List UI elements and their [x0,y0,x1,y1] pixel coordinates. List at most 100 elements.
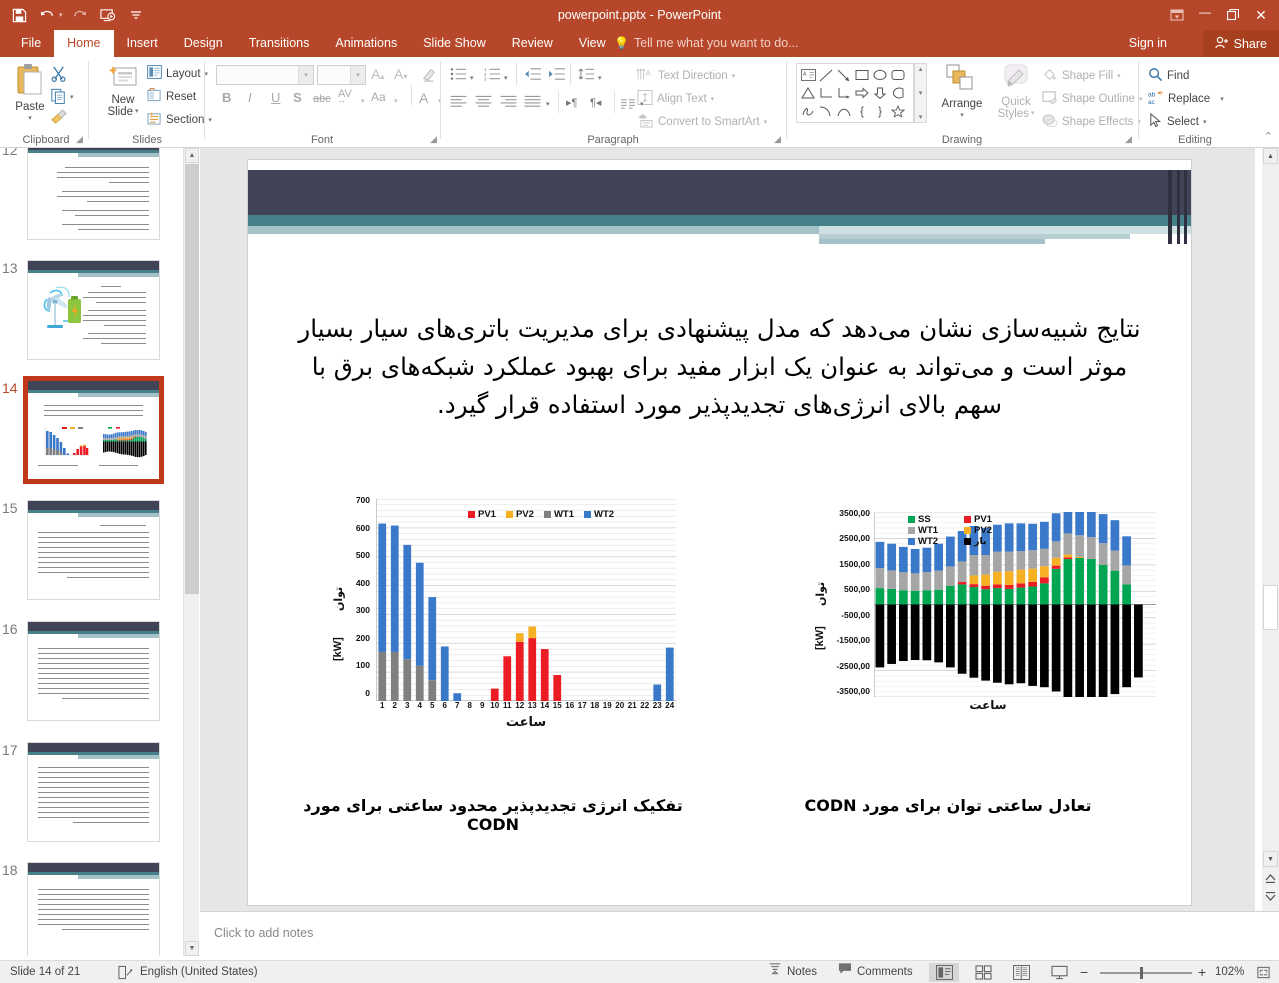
pie-shape-icon[interactable] [889,84,907,102]
zoom-in-button[interactable]: + [1198,961,1206,983]
oval-shape-icon[interactable] [871,66,889,84]
replace-button[interactable]: ab ac Replace ▾ [1148,90,1224,108]
arc-shape-icon[interactable] [835,102,853,120]
cut-button[interactable] [50,65,67,87]
convert-to-smartart-button[interactable]: Convert to SmartArt ▾ [637,113,767,131]
collapse-ribbon-icon[interactable]: ⌃ [1264,130,1273,143]
align-text-button[interactable]: Align Text ▾ [637,90,714,108]
elbow-connector-icon[interactable] [817,84,835,102]
thumbnail-slide-13[interactable] [27,260,160,360]
font-name-dropdown-icon[interactable]: ▾ [298,66,313,84]
drawing-dialog-launcher[interactable]: ◢ [1125,134,1132,145]
right-brace-shape-icon[interactable]: } [871,102,889,120]
align-right-button[interactable] [500,95,517,113]
tell-me-box[interactable]: 💡 Tell me what you want to do... [614,30,799,57]
bullets-dropdown-icon[interactable]: ▾ [470,74,474,82]
tab-review[interactable]: Review [499,30,566,57]
arrange-dropdown-icon[interactable]: ▾ [960,110,964,122]
arrange-button[interactable]: Arrange ▾ [936,63,988,122]
font-dialog-launcher[interactable]: ◢ [430,134,437,145]
fit-slide-to-window-icon[interactable] [1256,961,1271,983]
shapes-scroll-up-icon[interactable]: ▴ [919,65,923,73]
tab-transitions[interactable]: Transitions [236,30,323,57]
font-color-button[interactable]: A [419,90,428,106]
shapes-gallery-scrollbar[interactable]: ▴ ▾ ▾ [914,63,927,123]
quick-styles-button[interactable]: Quick Styles ▾ [992,63,1040,120]
numbering-dropdown-icon[interactable]: ▾ [504,74,508,82]
curve-shape-icon[interactable] [817,102,835,120]
accessibility-checker-icon[interactable] [118,961,133,983]
shape-outline-button[interactable]: Shape Outline ▾ [1042,90,1142,108]
shapes-gallery[interactable]: A { } [796,63,914,123]
line-spacing-button[interactable] [578,67,595,86]
text-box-shape-icon[interactable]: A [799,66,817,84]
paragraph-dialog-launcher[interactable]: ◢ [774,134,781,145]
slide-scroll-thumb[interactable] [1263,585,1278,630]
decrease-indent-button[interactable] [524,67,541,86]
slide-indicator[interactable]: Slide 14 of 21 [10,961,80,983]
new-slide-dropdown-icon[interactable]: ▾ [135,106,139,118]
rtl-button[interactable]: ¶◂ [590,96,601,109]
thumbnail-scrollbar[interactable]: ▲ ▼ [183,148,199,956]
slide-thumbnail-pane[interactable]: 12 13 14 15 16 17 18 [0,148,183,956]
paste-dropdown-icon[interactable]: ▾ [28,113,32,125]
next-slide-button[interactable] [1263,888,1278,904]
section-button[interactable]: Section ▾ [147,111,212,128]
text-direction-dropdown-icon[interactable]: ▾ [732,72,736,80]
thumbnail-scroll-thumb[interactable] [185,164,199,594]
reading-view-button[interactable] [1006,963,1036,982]
font-size-input[interactable]: ▾ [317,65,366,85]
char-spacing-dropdown-icon[interactable]: ▾ [361,97,365,105]
reset-button[interactable]: Reset [147,87,196,105]
clear-formatting-icon[interactable] [421,66,437,87]
underline-button[interactable]: U [271,90,280,105]
find-button[interactable]: Find [1148,67,1189,85]
thumbnail-slide-16[interactable] [27,621,160,721]
slide-scroll-up-icon[interactable]: ▲ [1263,148,1278,164]
close-button[interactable]: ✕ [1247,0,1275,30]
quick-styles-dropdown-icon[interactable]: ▾ [1031,108,1035,120]
slideshow-view-button[interactable] [1044,963,1074,982]
decrease-font-size-button[interactable]: A▾ [394,66,407,82]
slide-scroll-down-icon[interactable]: ▼ [1263,851,1278,867]
notes-placeholder[interactable]: Click to add notes [214,926,313,940]
comments-button[interactable]: Comments [838,961,913,983]
bullets-button[interactable] [450,67,467,86]
copy-button[interactable] [50,88,67,109]
tab-file[interactable]: File [8,30,54,57]
slide-sorter-view-button[interactable] [968,963,998,982]
language-indicator[interactable]: English (United States) [140,961,258,983]
normal-view-button[interactable] [929,963,959,982]
thumbnail-slide-15[interactable] [27,500,160,600]
chart-renewable-breakdown[interactable]: توان [kW] 700 600 500 400 300 200 100 0 … [328,495,688,755]
triangle-shape-icon[interactable] [799,84,817,102]
restore-button[interactable] [1219,0,1247,30]
tab-slide-show[interactable]: Slide Show [410,30,499,57]
paste-button[interactable]: Paste ▾ [8,63,52,125]
down-arrow-shape-icon[interactable] [871,84,889,102]
align-center-button[interactable] [475,95,492,113]
arrow-shape-icon[interactable] [835,66,853,84]
columns-dropdown-icon[interactable]: ▾ [640,100,644,108]
select-dropdown-icon[interactable]: ▾ [1203,118,1207,126]
tab-insert[interactable]: Insert [114,30,171,57]
align-text-dropdown-icon[interactable]: ▾ [711,95,715,103]
thumbnail-slide-18[interactable] [27,862,160,956]
change-case-dropdown-icon[interactable]: ▾ [394,97,398,105]
tab-design[interactable]: Design [171,30,236,57]
slide-area-scrollbar[interactable]: ▲ ▼ [1262,148,1279,911]
zoom-level-label[interactable]: 102% [1215,961,1244,983]
bold-button[interactable]: B [222,90,231,105]
text-shadow-button[interactable]: S [293,90,302,105]
tab-home[interactable]: Home [54,30,114,57]
thumbnail-slide-12[interactable] [27,148,160,240]
sign-in-button[interactable]: Sign in [1129,30,1167,57]
current-slide[interactable]: نتایج شبیه‌سازی نشان می‌دهد که مدل پیشنه… [248,160,1191,905]
right-arrow-shape-icon[interactable] [853,84,871,102]
previous-slide-button[interactable] [1263,870,1278,886]
ribbon-display-options-icon[interactable] [1163,0,1191,30]
italic-button[interactable]: I [248,90,252,105]
shapes-more-icon[interactable]: ▾ [919,113,923,121]
zoom-slider-track[interactable] [1100,972,1192,974]
tab-animations[interactable]: Animations [322,30,410,57]
